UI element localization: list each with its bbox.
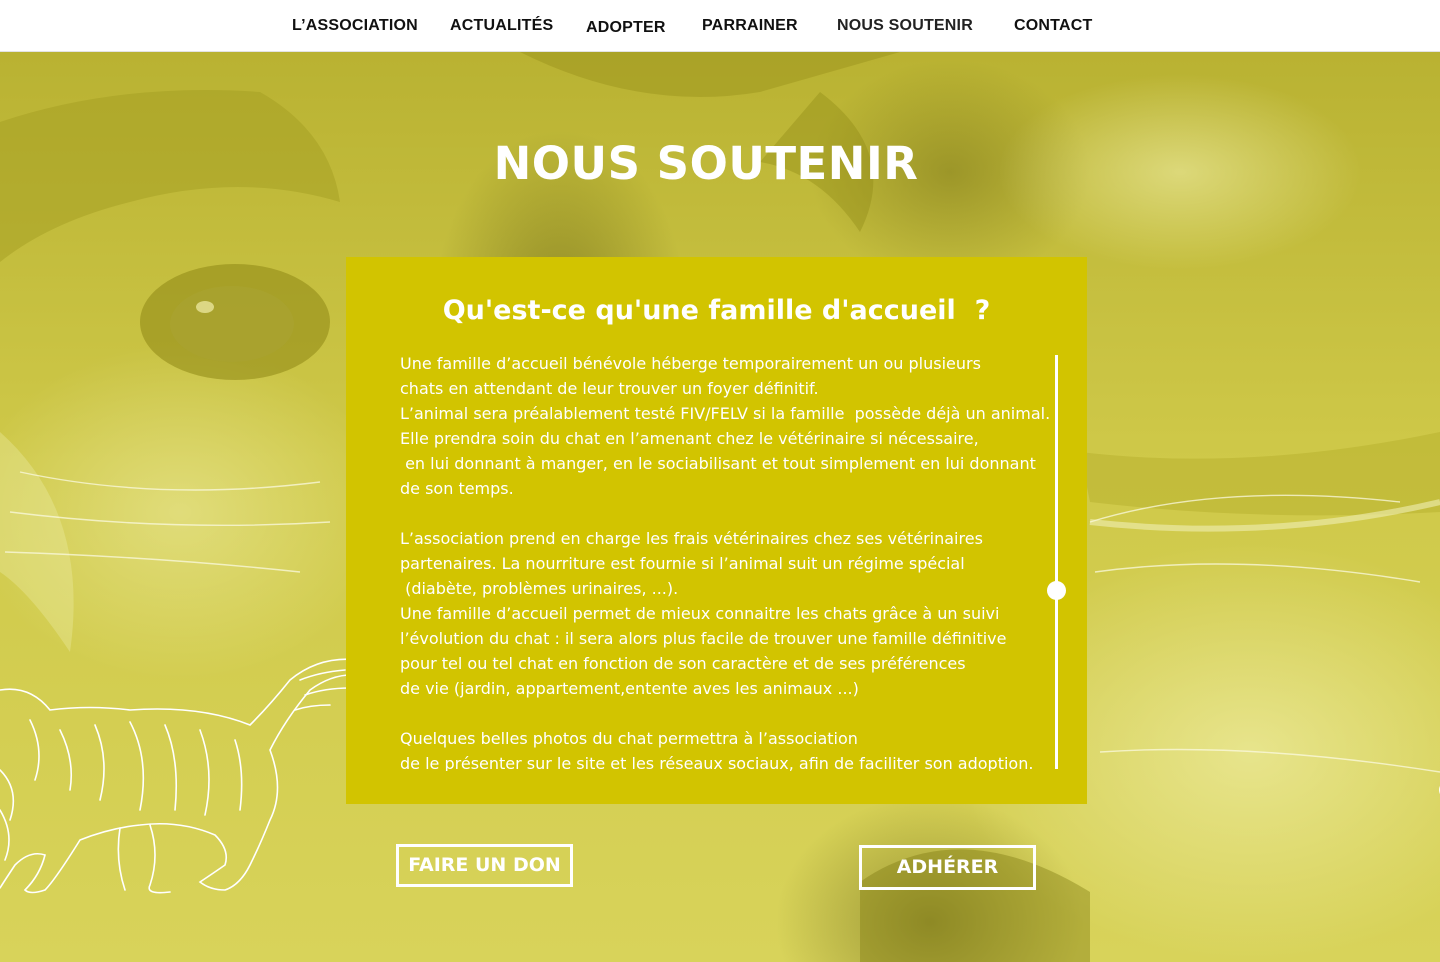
nav-item-association[interactable]: L’ASSOCIATION [292, 17, 418, 35]
panel-text-line: Quelques belles photos du chat permettra… [400, 729, 858, 748]
nav-item-nous-soutenir[interactable]: NOUS SOUTENIR [837, 17, 973, 35]
panel-text-scroll-area[interactable]: Une famille d’accueil bénévole héberge t… [400, 351, 1050, 771]
panel-text-line: L’animal sera préalablement testé FIV/FE… [400, 404, 1050, 423]
panel-text-line: en lui donnant à manger, en le sociabili… [400, 454, 1036, 473]
cat-line-drawing-icon [0, 658, 376, 894]
nav-item-adopter[interactable]: ADOPTER [586, 19, 666, 37]
hero-background: NOUS SOUTENIR Qu'est-ce qu'une famille d… [0, 52, 1440, 962]
page: L’ASSOCIATION ACTUALITÉS ADOPTER PARRAIN… [0, 0, 1440, 962]
nav-item-contact[interactable]: CONTACT [1014, 17, 1092, 35]
panel-title: Qu'est-ce qu'une famille d'accueil ? [442, 295, 991, 326]
panel-scrollbar-thumb[interactable] [1047, 581, 1066, 601]
panel-text-line: (diabète, problèmes urinaires, ...). [400, 579, 679, 598]
nav-item-parrainer[interactable]: PARRAINER [702, 17, 798, 35]
panel-text-line [400, 701, 1050, 726]
panel-scrollbar-track[interactable] [1055, 355, 1058, 769]
panel-text-line: partenaires. La nourriture est fournie s… [400, 554, 965, 573]
panel-text-line: Elle prendra soin du chat en l’amenant c… [400, 429, 979, 448]
panel-text-line: de le présenter sur le site et les résea… [400, 754, 1034, 771]
nav-item-actualites[interactable]: ACTUALITÉS [450, 17, 553, 35]
foster-family-info-panel: Qu'est-ce qu'une famille d'accueil ? Une… [346, 257, 1087, 804]
panel-text-line: Une famille d’accueil permet de mieux co… [400, 604, 1000, 623]
panel-text-line: de son temps. [400, 479, 514, 498]
join-button[interactable]: ADHÉRER [859, 845, 1036, 890]
donate-button[interactable]: FAIRE UN DON [396, 844, 573, 887]
panel-text-line: de vie (jardin, appartement,entente aves… [400, 679, 859, 698]
page-title: NOUS SOUTENIR [493, 137, 919, 190]
panel-text-line: chats en attendant de leur trouver un fo… [400, 379, 819, 398]
panel-text-line: Une famille d’accueil bénévole héberge t… [400, 354, 981, 373]
partial-arrow-icon [1439, 785, 1440, 795]
panel-text-line: l’évolution du chat : il sera alors plus… [400, 629, 1007, 648]
top-navigation: L’ASSOCIATION ACTUALITÉS ADOPTER PARRAIN… [0, 0, 1440, 52]
panel-text-line: L’association prend en charge les frais … [400, 529, 983, 548]
panel-text-line: pour tel ou tel chat en fonction de son … [400, 654, 966, 673]
panel-text-line [400, 501, 1050, 526]
